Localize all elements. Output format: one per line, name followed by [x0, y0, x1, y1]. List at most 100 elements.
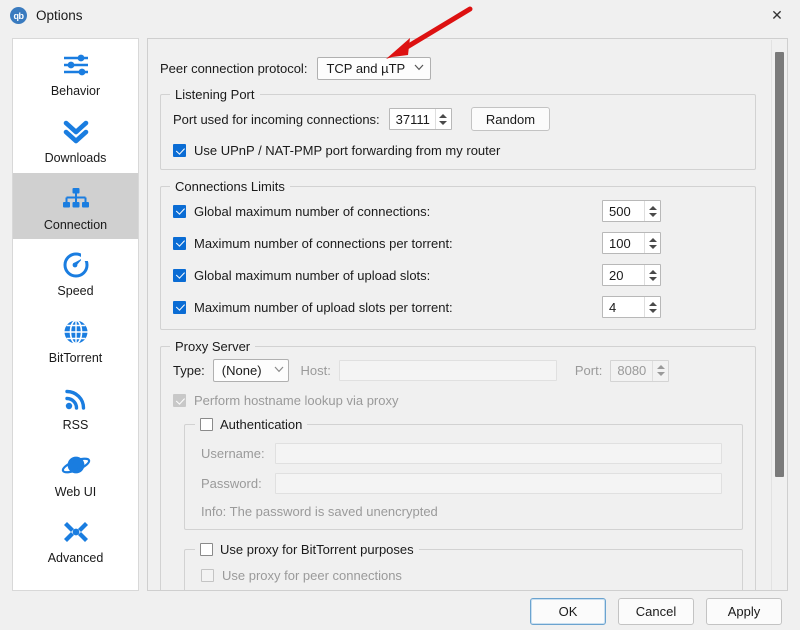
sliders-icon [61, 48, 91, 82]
sidebar-item-downloads[interactable]: Downloads [13, 106, 138, 173]
connections-limits-group: Connections Limits Global maximum number… [160, 179, 756, 330]
sidebar-item-label: Behavior [50, 84, 101, 98]
limit-stepper[interactable]: 4 [602, 296, 661, 318]
sidebar-item-advanced[interactable]: Advanced [13, 506, 138, 573]
limit-row-upload-slots-per-torrent[interactable]: Maximum number of upload slots per torre… [173, 296, 743, 318]
sidebar-item-label: Downloads [44, 150, 107, 165]
stepper-down-icon[interactable] [648, 244, 657, 249]
stepper-up-icon[interactable] [648, 205, 657, 210]
proxy-peer-connections-row[interactable]: Use proxy for peer connections [201, 568, 730, 583]
upnp-checkbox-row[interactable]: Use UPnP / NAT-PMP port forwarding from … [173, 143, 743, 158]
incoming-port-row: Port used for incoming connections: 3711… [173, 107, 743, 131]
proxy-authentication-group: Authentication Username: Password: Info:… [184, 417, 743, 530]
limit-checkbox[interactable] [173, 236, 186, 250]
stepper-down-icon[interactable] [656, 372, 665, 376]
sidebar-item-connection[interactable]: Connection [13, 172, 138, 240]
limit-stepper[interactable]: 500 [602, 200, 661, 222]
ok-button[interactable]: OK [530, 597, 606, 625]
apply-button[interactable]: Apply [706, 597, 782, 625]
rss-feed-icon [62, 382, 90, 416]
stepper-up-icon[interactable] [656, 365, 665, 369]
close-icon[interactable]: ✕ [754, 0, 800, 31]
chevron-down-icon [414, 64, 424, 74]
peer-protocol-value: TCP and µTP [326, 61, 406, 76]
listening-port-group: Listening Port Port used for incoming co… [160, 87, 756, 170]
limit-checkbox[interactable] [173, 268, 186, 282]
limit-label: Global maximum number of connections: [194, 203, 431, 219]
stepper-down-icon[interactable] [439, 120, 448, 125]
connection-settings-form: Peer connection protocol: TCP and µTP Li… [148, 39, 768, 590]
limit-value: 4 [609, 299, 617, 315]
proxy-type-dropdown[interactable]: (None) [212, 359, 289, 382]
hostname-lookup-checkbox[interactable] [173, 394, 186, 407]
title-bar: qb Options ✕ [0, 0, 800, 31]
stepper-buttons[interactable] [644, 201, 660, 221]
stepper-buttons[interactable] [644, 265, 660, 285]
limit-stepper[interactable]: 20 [602, 264, 661, 286]
listening-port-title: Listening Port [170, 87, 260, 102]
stepper-buttons[interactable] [644, 233, 660, 253]
stepper-up-icon[interactable] [648, 237, 657, 242]
proxy-port-stepper[interactable]: 8080 [610, 359, 670, 382]
content-scrollbar[interactable] [771, 40, 786, 590]
stepper-down-icon[interactable] [648, 276, 657, 281]
limit-row-global-connections[interactable]: Global maximum number of connections: 50… [173, 200, 743, 222]
sidebar-item-bittorrent[interactable]: BitTorrent [13, 306, 138, 373]
window-title: Options [36, 8, 83, 23]
incoming-port-value: 37111 [395, 111, 430, 127]
limit-row-connections-per-torrent[interactable]: Maximum number of connections per torren… [173, 232, 743, 254]
chevron-down-icon [274, 366, 284, 376]
authentication-label: Authentication [220, 417, 303, 432]
stepper-buttons[interactable] [644, 297, 660, 317]
sidebar-item-rss[interactable]: RSS [13, 373, 138, 440]
limit-stepper[interactable]: 100 [602, 232, 661, 254]
stepper-up-icon[interactable] [648, 269, 657, 274]
authentication-title-row[interactable]: Authentication [195, 417, 308, 432]
proxy-host-input[interactable] [338, 360, 557, 381]
settings-sidebar: Behavior Downloads Connection Speed BitT… [12, 38, 139, 591]
cancel-button[interactable]: Cancel [618, 597, 694, 625]
upnp-checkbox[interactable] [173, 144, 186, 157]
stepper-down-icon[interactable] [648, 308, 657, 313]
sidebar-item-web-ui[interactable]: Web UI [13, 440, 138, 507]
limit-row-global-upload-slots[interactable]: Global maximum number of upload slots: 2… [173, 264, 743, 286]
proxy-password-input[interactable] [275, 473, 722, 494]
authentication-checkbox[interactable] [200, 418, 213, 431]
proxy-type-value: (None) [221, 363, 262, 378]
globe-icon [62, 315, 90, 349]
stepper-buttons[interactable] [434, 109, 451, 129]
peer-protocol-dropdown[interactable]: TCP and µTP [317, 57, 432, 80]
connections-limits-title: Connections Limits [170, 179, 290, 194]
upnp-label: Use UPnP / NAT-PMP port forwarding from … [194, 143, 501, 158]
limit-checkbox[interactable] [173, 204, 186, 218]
stepper-down-icon[interactable] [648, 212, 657, 217]
hostname-lookup-row[interactable]: Perform hostname lookup via proxy [173, 393, 743, 408]
limit-value: 20 [609, 267, 624, 283]
proxy-peer-connections-checkbox[interactable] [201, 569, 214, 582]
scrollbar-thumb[interactable] [775, 52, 784, 477]
stepper-up-icon[interactable] [439, 113, 448, 118]
speedometer-icon [61, 248, 91, 282]
sidebar-item-behavior[interactable]: Behavior [13, 39, 138, 106]
proxy-port-label: Port: [574, 363, 603, 378]
proxy-server-group: Proxy Server Type: (None) Host: Port: 80… [160, 339, 756, 590]
proxy-bittorrent-checkbox[interactable] [200, 543, 213, 556]
limit-checkbox[interactable] [173, 300, 186, 314]
sidebar-item-speed[interactable]: Speed [13, 239, 138, 306]
proxy-username-row: Username: [201, 443, 730, 464]
stepper-up-icon[interactable] [648, 301, 657, 306]
stepper-buttons[interactable] [652, 360, 668, 381]
planet-icon [61, 449, 91, 483]
incoming-port-stepper[interactable]: 37111 [388, 108, 452, 130]
password-info-text: Info: The password is saved unencrypted [201, 504, 438, 519]
random-port-button[interactable]: Random [470, 107, 551, 131]
proxy-host-label: Host: [300, 363, 331, 378]
limit-label: Global maximum number of upload slots: [194, 267, 431, 283]
sidebar-item-label: Speed [57, 284, 94, 299]
proxy-server-title: Proxy Server [170, 339, 256, 354]
proxy-password-label: Password: [201, 476, 262, 491]
proxy-bittorrent-title-row[interactable]: Use proxy for BitTorrent purposes [195, 542, 419, 557]
dialog-body: Behavior Downloads Connection Speed BitT… [0, 31, 800, 592]
proxy-username-input[interactable] [275, 443, 722, 464]
sidebar-item-label: Web UI [54, 484, 97, 499]
